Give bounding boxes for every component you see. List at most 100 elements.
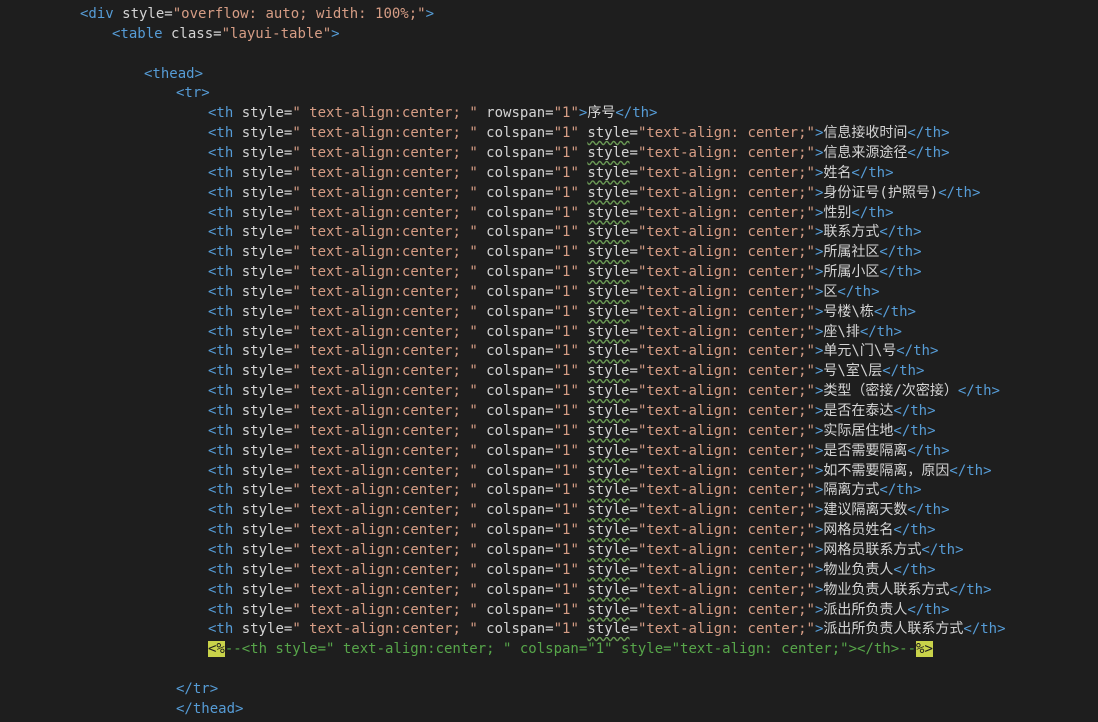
code-line[interactable]: <th style=" text-align:center; " colspan… (208, 183, 980, 203)
code-line[interactable]: <th style=" text-align:center; " colspan… (208, 242, 922, 262)
attribute-value: "1" (553, 601, 579, 618)
header-label: 隔离方式 (823, 482, 880, 499)
attribute-value: "text-align: center;" (637, 343, 815, 360)
attribute-name: colspan= (477, 541, 554, 558)
code-line[interactable]: <th style=" text-align:center; " colspan… (208, 302, 916, 322)
code-line[interactable]: <th style=" text-align:center; " colspan… (208, 461, 992, 481)
attribute-value: " text-align:center; " (292, 125, 478, 142)
code-line[interactable]: <th style=" text-align:center; " colspan… (208, 500, 950, 520)
attribute-name: colspan= (477, 125, 554, 142)
attribute-value: "1" (553, 621, 579, 638)
code-line[interactable]: <div style="overflow: auto; width: 100%;… (80, 4, 434, 24)
tag-name: <th (208, 541, 234, 558)
tag-bracket: > (201, 85, 210, 102)
duplicate-attribute-warning: style (587, 204, 630, 221)
attribute-value: " text-align:center; " (292, 621, 478, 638)
code-line[interactable]: <th style=" text-align:center; " colspan… (208, 540, 964, 560)
code-line[interactable]: <th style=" text-align:center; " colspan… (208, 421, 936, 441)
code-line[interactable]: <th style=" text-align:center; " colspan… (208, 560, 936, 580)
attribute-value: "text-align: center;" (637, 442, 815, 459)
code-line[interactable]: <th style=" text-align:center; " colspan… (208, 520, 936, 540)
attribute-value: " text-align:center; " (292, 224, 478, 241)
code-line[interactable]: <th style=" text-align:center; " colspan… (208, 222, 922, 242)
duplicate-attribute-warning: style (587, 601, 630, 618)
tag-name: <th (208, 502, 234, 519)
attribute-value: " text-align:center; " (292, 244, 478, 261)
code-line[interactable]: <th style=" text-align:center; " colspan… (208, 619, 1006, 639)
header-label: 姓名 (823, 164, 852, 181)
code-line[interactable]: </tr> (176, 679, 218, 699)
code-line[interactable]: <th style=" text-align:center; " colspan… (208, 580, 992, 600)
tag-close: </th> (615, 105, 658, 122)
tag-close: </th> (837, 283, 880, 300)
code-line[interactable]: <th style=" text-align:center; " colspan… (208, 441, 950, 461)
header-label: 单元\门\号 (823, 343, 897, 360)
attribute-value: " text-align:center; " (292, 502, 478, 519)
code-line[interactable]: <%--<th style=" text-align:center; " col… (208, 639, 933, 659)
attribute-value: "1" (553, 502, 579, 519)
code-line[interactable]: <th style=" text-align:center; " colspan… (208, 163, 894, 183)
code-line[interactable]: <th style=" text-align:center; " rowspan… (208, 103, 658, 123)
attribute-name: colspan= (477, 144, 554, 161)
attribute-equals: = (629, 502, 638, 519)
attribute-value: "1" (553, 323, 579, 340)
attribute-value: "1" (553, 105, 579, 122)
tag-name: <th (208, 303, 234, 320)
tag-name: <tr (176, 85, 202, 102)
code-line[interactable]: <th style=" text-align:center; " colspan… (208, 480, 922, 500)
attribute-value: "1" (553, 184, 579, 201)
tag-name: <th (208, 462, 234, 479)
code-line[interactable]: <table class="layui-table"> (112, 24, 340, 44)
code-line[interactable]: <th style=" text-align:center; " colspan… (208, 341, 938, 361)
code-line[interactable]: <th style=" text-align:center; " colspan… (208, 381, 1000, 401)
attribute-equals: = (629, 442, 638, 459)
code-editor[interactable]: <div style="overflow: auto; width: 100%;… (0, 0, 1098, 722)
attribute-value: "text-align: center;" (637, 204, 815, 221)
duplicate-attribute-warning: style (587, 442, 630, 459)
attribute-value: "text-align: center;" (637, 383, 815, 400)
attribute-name: colspan= (477, 601, 554, 618)
code-line[interactable]: <tr> (176, 83, 210, 103)
attribute-value: "1" (553, 422, 579, 439)
attribute-name: colspan= (477, 462, 554, 479)
attribute-name: style= (233, 343, 293, 360)
duplicate-attribute-warning: style (587, 144, 630, 161)
attribute-equals: = (629, 422, 638, 439)
attribute-name: style= (233, 581, 293, 598)
duplicate-attribute-warning: style (587, 403, 630, 419)
attribute-equals: = (629, 264, 638, 281)
header-label: 所属小区 (823, 264, 880, 281)
header-label: 所属社区 (823, 244, 880, 261)
code-line[interactable]: <th style=" text-align:center; " colspan… (208, 322, 902, 342)
code-line[interactable]: <th style=" text-align:center; " colspan… (208, 203, 894, 223)
code-line[interactable]: </thead> (176, 699, 243, 719)
code-line[interactable]: <thead> (144, 64, 203, 84)
attribute-name: style= (233, 621, 293, 638)
attribute-name: colspan= (477, 164, 554, 181)
tag-name: <th (208, 323, 234, 340)
code-line[interactable]: <th style=" text-align:center; " colspan… (208, 262, 922, 282)
duplicate-attribute-warning: style (587, 462, 630, 479)
header-label: 建议隔离天数 (823, 502, 908, 519)
commented-code: --<th style=" text-align:center; " colsp… (224, 641, 917, 658)
tag-close: </th> (893, 422, 936, 439)
duplicate-attribute-warning: style (587, 422, 630, 439)
attribute-name: style= (233, 303, 293, 320)
tag-name: <th (208, 164, 234, 181)
code-line[interactable]: <th style=" text-align:center; " colspan… (208, 143, 950, 163)
code-line[interactable]: <th style=" text-align:center; " colspan… (208, 123, 950, 143)
attribute-value: "text-align: center;" (637, 541, 815, 558)
attribute-name: style= (233, 323, 293, 340)
tag-name: <th (208, 204, 234, 221)
code-line[interactable]: <th style=" text-align:center; " colspan… (208, 600, 950, 620)
tag-name: <th (208, 601, 234, 618)
tag-close: </th> (907, 601, 950, 618)
tag-name: <th (208, 224, 234, 241)
tag-close: </th> (921, 541, 964, 558)
code-line[interactable]: <th style=" text-align:center; " colspan… (208, 361, 924, 381)
header-label: 是否需要隔离 (823, 442, 908, 459)
tag-close: </th> (893, 561, 936, 578)
code-line[interactable]: <th style=" text-align:center; " colspan… (208, 282, 880, 302)
code-line[interactable]: <th style=" text-align:center; " colspan… (208, 401, 936, 421)
header-label: 类型（密接/次密接） (823, 383, 958, 400)
